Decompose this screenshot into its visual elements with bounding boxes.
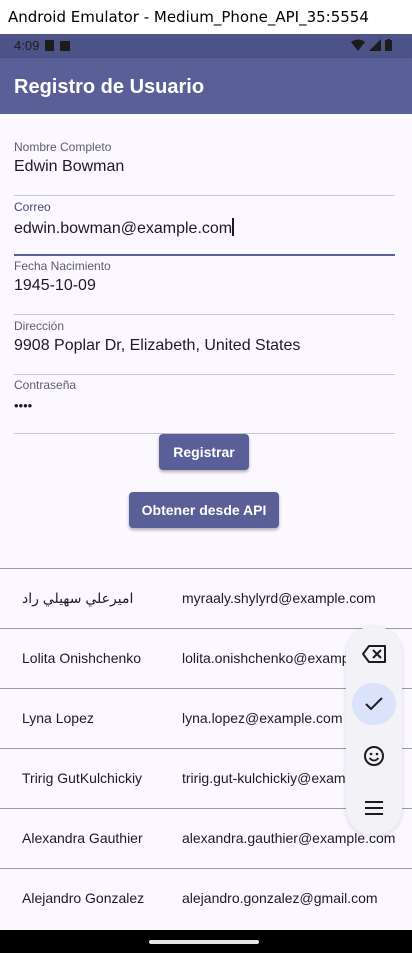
menu-button[interactable] (352, 788, 396, 828)
fetch-from-api-button[interactable]: Obtener desde API (129, 492, 279, 528)
email-label: Correo (14, 200, 51, 214)
birth-date-value: 1945-10-09 (14, 277, 96, 294)
user-name: Alexandra Gauthier (22, 830, 143, 846)
email-value-wrap: edwin.bowman@example.com (14, 218, 234, 238)
register-button[interactable]: Registrar (159, 434, 249, 470)
user-name: Lyna Lopez (22, 710, 94, 726)
emoji-icon (364, 746, 384, 766)
menu-icon (365, 801, 383, 815)
sim-card-icon (45, 40, 55, 51)
done-button[interactable] (352, 683, 396, 725)
user-name: Alejandro Gonzalez (22, 890, 145, 906)
user-email: alejandro.gonzalez@gmail.com (182, 890, 378, 906)
full-name-value: Edwin Bowman (14, 158, 125, 175)
keyboard-floating-toolbar (346, 626, 402, 836)
birth-date-label: Fecha Nacimiento (14, 259, 111, 273)
user-name: Lolita Onishchenko (22, 650, 142, 666)
status-bar: 4:09 (0, 34, 412, 58)
backspace-icon (362, 645, 386, 663)
notification-icon (60, 40, 71, 51)
app-bar: Registro de Usuario (0, 58, 412, 114)
full-name-field[interactable]: Nombre Completo Edwin Bowman (14, 140, 395, 196)
full-name-label: Nombre Completo (14, 140, 112, 154)
address-label: Dirección (14, 319, 65, 333)
email-value: edwin.bowman@example.com (14, 220, 233, 237)
user-name: اميرعلي سهيلي راد (22, 590, 134, 606)
emulator-window-title: Android Emulator - Medium_Phone_API_35:5… (0, 0, 412, 34)
list-item[interactable]: Alejandro Gonzalez alejandro.gonzalez@gm… (0, 868, 412, 928)
navigation-bar (0, 930, 412, 953)
address-field[interactable]: Dirección 9908 Poplar Dr, Elizabeth, Uni… (14, 319, 395, 375)
home-gesture-handle[interactable] (149, 940, 259, 944)
email-field[interactable]: Correo edwin.bowman@example.com (14, 200, 395, 256)
birth-date-field[interactable]: Fecha Nacimiento 1945-10-09 (14, 259, 395, 315)
text-caret (232, 218, 234, 236)
list-item[interactable]: اميرعلي سهيلي راد myraaly.shylyrd@exampl… (0, 568, 412, 628)
emoji-button[interactable] (352, 736, 396, 776)
window-title: Android Emulator - Medium_Phone_API_35:5… (8, 8, 369, 26)
password-field[interactable]: Contraseña •••• (14, 378, 395, 434)
battery-icon (385, 39, 392, 51)
check-icon (365, 697, 383, 711)
password-label: Contraseña (14, 378, 77, 392)
signal-icon (369, 39, 381, 51)
wifi-icon (351, 39, 365, 51)
user-email: myraaly.shylyrd@example.com (182, 590, 376, 606)
password-value: •••• (14, 398, 33, 413)
address-value: 9908 Poplar Dr, Elizabeth, United States (14, 337, 301, 354)
page-title: Registro de Usuario (14, 76, 205, 98)
status-time: 4:09 (14, 38, 40, 53)
user-name: Tririg GutKulchickiy (22, 770, 143, 786)
backspace-button[interactable] (352, 634, 396, 674)
